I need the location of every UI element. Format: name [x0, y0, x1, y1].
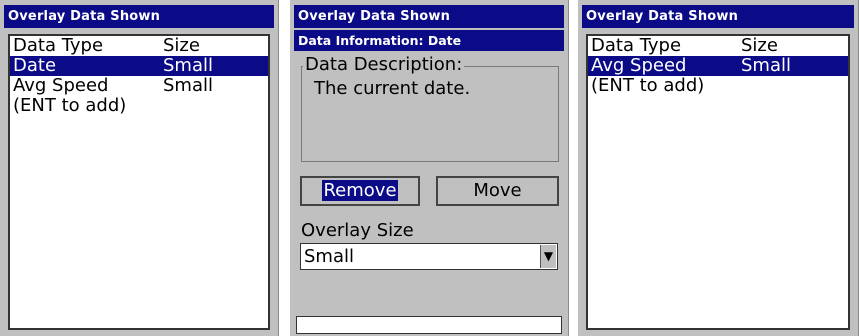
- remove-button[interactable]: Remove: [300, 176, 420, 206]
- list-item-size: Small: [163, 75, 213, 96]
- list-item-type: Date: [13, 55, 57, 76]
- list-item-add[interactable]: (ENT to add): [588, 76, 848, 96]
- overlay-size-label: Overlay Size: [301, 220, 414, 241]
- group-label: Data Description:: [303, 54, 465, 75]
- list-item-size: Small: [163, 55, 213, 76]
- list-header: Data Type Size: [588, 36, 848, 56]
- list-item-type: Avg Speed: [13, 75, 109, 96]
- window-title: Overlay Data Shown: [582, 5, 854, 28]
- description-text: The current date.: [314, 78, 471, 99]
- list-item-avg-speed[interactable]: Avg Speed Small: [10, 76, 268, 96]
- screen-right: Overlay Data Shown Data Type Size Avg Sp…: [578, 0, 859, 336]
- screen-left: Overlay Data Shown Data Type Size Date S…: [0, 0, 279, 336]
- list-item-size: Small: [741, 55, 791, 76]
- background-list-strip: [296, 316, 562, 334]
- screen-middle: Overlay Data Shown Data Information: Dat…: [290, 0, 569, 336]
- list-item-type: Avg Speed: [591, 55, 687, 76]
- overlay-size-select[interactable]: Small ▼: [300, 243, 558, 270]
- dialog-title: Data Information: Date: [294, 30, 564, 51]
- window-title: Overlay Data Shown: [294, 5, 564, 28]
- remove-button-label: Remove: [322, 180, 398, 201]
- column-header-size: Size: [163, 35, 200, 56]
- move-button[interactable]: Move: [436, 176, 559, 206]
- column-header-data-type: Data Type: [13, 35, 104, 56]
- overlay-data-list[interactable]: Data Type Size Avg Speed Small (ENT to a…: [586, 34, 850, 330]
- list-item-add[interactable]: (ENT to add): [10, 96, 268, 116]
- window-title: Overlay Data Shown: [4, 5, 274, 28]
- list-item-date[interactable]: Date Small: [10, 56, 268, 76]
- list-header: Data Type Size: [10, 36, 268, 56]
- overlay-size-value: Small: [304, 246, 354, 267]
- column-header-data-type: Data Type: [591, 35, 682, 56]
- chevron-down-icon[interactable]: ▼: [540, 245, 556, 268]
- column-header-size: Size: [741, 35, 778, 56]
- overlay-data-list[interactable]: Data Type Size Date Small Avg Speed Smal…: [8, 34, 270, 330]
- list-item-avg-speed[interactable]: Avg Speed Small: [588, 56, 848, 76]
- list-item-type: (ENT to add): [591, 75, 705, 96]
- list-item-type: (ENT to add): [13, 95, 127, 116]
